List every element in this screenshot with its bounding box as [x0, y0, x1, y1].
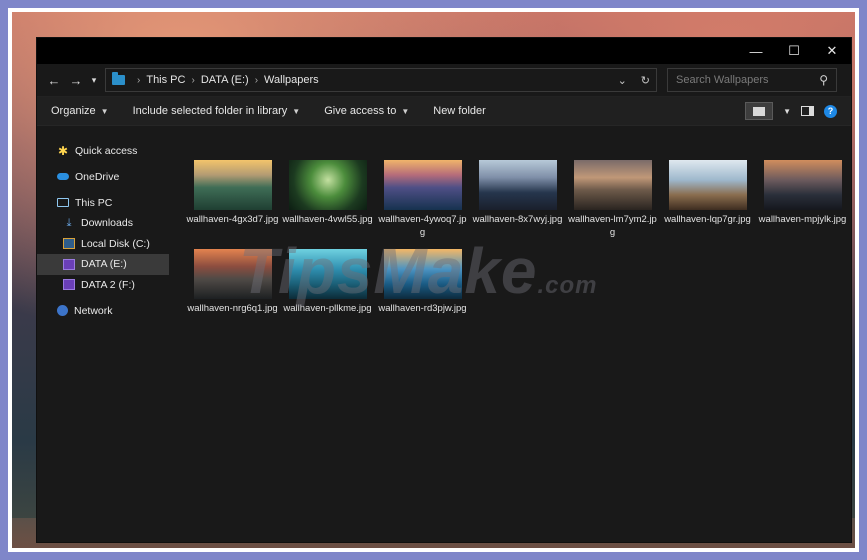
sidebar-item-this-pc[interactable]: This PC	[37, 192, 169, 213]
file-name: wallhaven-lm7ym2.jpg	[568, 214, 657, 238]
recent-locations-chevron-icon[interactable]: ▾	[87, 68, 101, 92]
file-grid: wallhaven-4gx3d7.jpg wallhaven-4vwl55.jp…	[185, 160, 851, 316]
change-view-button[interactable]	[745, 102, 774, 120]
close-button[interactable]: ✕	[813, 38, 851, 64]
computer-icon	[57, 198, 69, 207]
image-thumbnail	[193, 249, 272, 299]
new-folder-button[interactable]: New folder	[433, 105, 486, 117]
chevron-down-icon: ▼	[292, 106, 301, 116]
file-item[interactable]: wallhaven-lqp7gr.jpg	[660, 160, 755, 239]
address-dropdown-icon[interactable]: ⌄	[618, 74, 627, 87]
file-name: wallhaven-rd3pjw.jpg	[378, 303, 467, 314]
file-name: wallhaven-lqp7gr.jpg	[664, 214, 751, 225]
sidebar-item-label: OneDrive	[75, 170, 120, 183]
image-thumbnail	[288, 160, 367, 210]
organize-button[interactable]: Organize ▼	[51, 105, 109, 117]
preview-pane-icon[interactable]	[801, 106, 814, 116]
help-icon[interactable]: ?	[824, 104, 837, 118]
explorer-body: ✱ Quick access OneDrive This PC ⤓ Downlo…	[37, 126, 851, 542]
sidebar-item-label: Local Disk (C:)	[81, 237, 150, 250]
file-list-area: wallhaven-4gx3d7.jpg wallhaven-4vwl55.jp…	[169, 126, 851, 542]
sidebar-item-label: DATA 2 (F:)	[81, 278, 135, 291]
search-icon: ⚲	[819, 73, 828, 87]
folder-icon	[112, 72, 125, 85]
include-label: Include selected folder in library	[132, 105, 288, 117]
title-bar: — ☐ ✕	[37, 38, 851, 64]
sidebar-item-label: Downloads	[81, 217, 133, 230]
organize-label: Organize	[51, 105, 96, 117]
give-access-label: Give access to	[324, 105, 397, 117]
file-item[interactable]: wallhaven-8x7wyj.jpg	[470, 160, 565, 239]
drive-icon	[63, 258, 75, 270]
sidebar-item-label: This PC	[75, 196, 113, 209]
image-thumbnail	[383, 160, 462, 210]
new-folder-label: New folder	[433, 105, 486, 117]
view-options-chevron-icon[interactable]: ▼	[783, 107, 791, 116]
drive-icon	[63, 279, 75, 291]
refresh-icon[interactable]: ↻	[641, 74, 650, 87]
file-name: wallhaven-pllkme.jpg	[283, 303, 372, 314]
maximize-button[interactable]: ☐	[775, 38, 813, 64]
breadcrumb-data-e[interactable]: DATA (E:)	[201, 74, 249, 86]
file-item[interactable]: wallhaven-nrg6q1.jpg	[185, 249, 280, 316]
command-bar: Organize ▼ Include selected folder in li…	[37, 96, 851, 126]
file-item[interactable]: wallhaven-4ywoq7.jpg	[375, 160, 470, 239]
image-thumbnail	[668, 160, 747, 210]
disk-icon	[63, 238, 75, 250]
sidebar-item-label: DATA (E:)	[81, 258, 127, 271]
breadcrumb-this-pc[interactable]: This PC	[146, 74, 185, 86]
sidebar-item-label: Quick access	[75, 144, 138, 157]
breadcrumb-separator-icon: ›	[137, 74, 141, 86]
include-in-library-button[interactable]: Include selected folder in library ▼	[133, 105, 301, 117]
network-icon	[57, 305, 68, 316]
file-name: wallhaven-mpjylk.jpg	[758, 214, 847, 225]
view-icon	[753, 106, 766, 116]
file-item[interactable]: wallhaven-4vwl55.jpg	[280, 160, 375, 239]
breadcrumb-separator-icon: ›	[191, 74, 195, 86]
file-name: wallhaven-4gx3d7.jpg	[186, 214, 279, 225]
breadcrumb-separator-icon: ›	[254, 74, 259, 86]
sidebar-item-network[interactable]: Network	[37, 300, 169, 321]
image-thumbnail	[478, 160, 557, 210]
file-name: wallhaven-4ywoq7.jpg	[378, 214, 467, 238]
sidebar-item-downloads[interactable]: ⤓ Downloads	[37, 213, 169, 234]
sidebar-item-onedrive[interactable]: OneDrive	[37, 166, 169, 187]
navigation-pane: ✱ Quick access OneDrive This PC ⤓ Downlo…	[37, 126, 169, 542]
image-thumbnail	[383, 249, 462, 299]
sidebar-item-label: Network	[74, 304, 113, 317]
give-access-button[interactable]: Give access to ▼	[324, 105, 409, 117]
file-item[interactable]: wallhaven-mpjylk.jpg	[755, 160, 850, 239]
file-item[interactable]: wallhaven-pllkme.jpg	[280, 249, 375, 316]
address-bar[interactable]: › This PC › DATA (E:) › Wallpapers ⌄ ↻	[105, 68, 657, 92]
sidebar-item-local-disk-c[interactable]: Local Disk (C:)	[37, 234, 169, 255]
file-item[interactable]: wallhaven-4gx3d7.jpg	[185, 160, 280, 239]
sidebar-item-quick-access[interactable]: ✱ Quick access	[37, 140, 169, 161]
file-explorer-window: — ☐ ✕ ← → ▾ › This PC › DATA (E:) › Wall…	[37, 38, 851, 542]
chevron-down-icon: ▼	[401, 106, 410, 116]
file-name: wallhaven-8x7wyj.jpg	[472, 214, 563, 225]
sidebar-item-data-e[interactable]: DATA (E:)	[37, 254, 169, 275]
breadcrumb-wallpapers[interactable]: Wallpapers	[264, 74, 319, 86]
minimize-button[interactable]: —	[737, 38, 775, 64]
search-placeholder: Search Wallpapers	[676, 74, 769, 86]
star-icon: ✱	[57, 143, 69, 158]
image-thumbnail	[288, 249, 367, 299]
image-thumbnail	[763, 160, 842, 210]
back-arrow-icon[interactable]: ←	[43, 68, 65, 92]
file-item[interactable]: wallhaven-lm7ym2.jpg	[565, 160, 660, 239]
file-item[interactable]: wallhaven-rd3pjw.jpg	[375, 249, 470, 316]
download-icon: ⤓	[66, 216, 72, 229]
chevron-down-icon: ▼	[100, 106, 109, 116]
cloud-icon	[57, 173, 69, 180]
search-input[interactable]: Search Wallpapers ⚲	[667, 68, 837, 92]
file-name: wallhaven-4vwl55.jpg	[282, 214, 373, 225]
image-thumbnail	[573, 160, 652, 210]
forward-arrow-icon[interactable]: →	[65, 68, 87, 92]
address-row: ← → ▾ › This PC › DATA (E:) › Wallpapers…	[37, 64, 851, 96]
sidebar-item-data-2-f[interactable]: DATA 2 (F:)	[37, 275, 169, 296]
file-name: wallhaven-nrg6q1.jpg	[187, 303, 278, 314]
image-thumbnail	[193, 160, 272, 210]
